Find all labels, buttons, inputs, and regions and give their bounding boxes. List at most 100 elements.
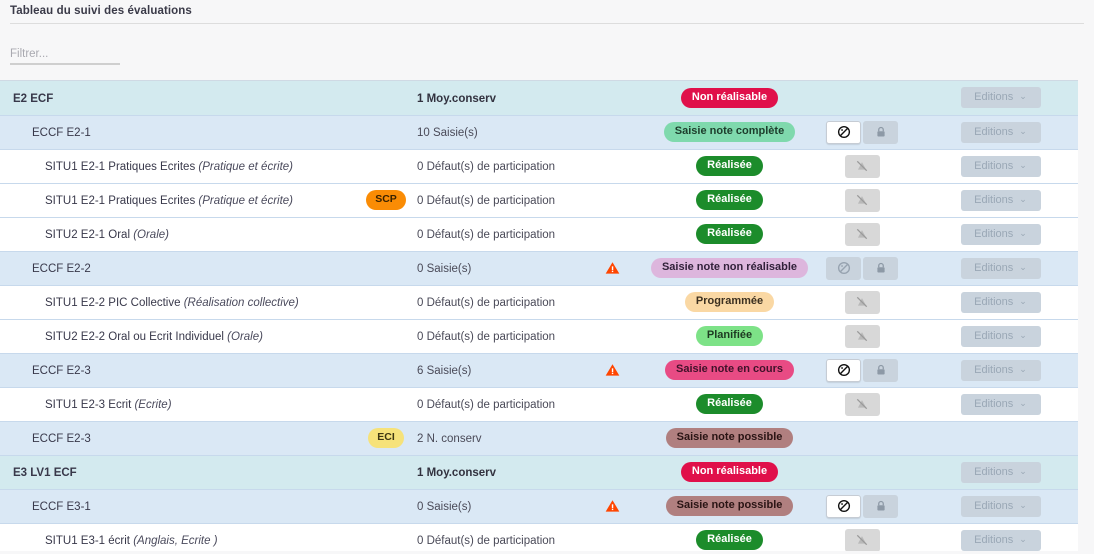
editions-dropdown-button[interactable]: Editions ⌄	[960, 155, 1041, 177]
no-entry-icon	[837, 261, 850, 275]
table-row[interactable]: SITU1 E2-3 Ecrit (Ecrite) 0 Défaut(s) de …	[0, 387, 1078, 422]
row-editions-cell: Editions ⌄	[923, 81, 1078, 116]
row-warning-cell	[582, 183, 642, 218]
chevron-down-icon: ⌄	[1019, 363, 1027, 374]
lock-icon	[876, 262, 885, 273]
editions-dropdown-button[interactable]: Editions ⌄	[960, 359, 1041, 381]
editions-dropdown-button[interactable]: Editions ⌄	[960, 495, 1041, 517]
row-tag-cell	[355, 81, 417, 116]
row-label: ECCF E3-1	[32, 501, 91, 513]
row-label-cell: SITU1 E3-1 écrit (Anglais, Ecrite )	[0, 523, 355, 551]
status-badge: Réalisée	[696, 530, 763, 550]
row-spacer-cell	[907, 353, 923, 388]
editions-dropdown-button[interactable]: Editions ⌄	[960, 291, 1041, 313]
table-row[interactable]: ECCF E2-2 0 Saisie(s) Saisie note non réal…	[0, 251, 1078, 286]
row-label-modality: (Réalisation collective)	[180, 297, 299, 309]
tracking-table-scroll[interactable]: E2 ECF 1 Moy.conserv Non réalisable Edition…	[0, 80, 1078, 551]
row-info-cell: 0 Défaut(s) de participation	[417, 217, 582, 252]
row-actions-cell	[817, 523, 907, 551]
editions-dropdown-button[interactable]: Editions ⌄	[960, 461, 1041, 483]
editions-dropdown-button[interactable]: Editions ⌄	[960, 257, 1041, 279]
crossed-out-icon	[856, 296, 868, 308]
row-warning-cell	[582, 149, 642, 184]
row-spacer-cell	[907, 115, 923, 150]
no-entry-icon	[837, 499, 850, 513]
disable-entry-button[interactable]	[844, 392, 880, 416]
row-label-modality: (Orale)	[130, 229, 169, 241]
row-label-cell: ECCF E2-1	[0, 115, 355, 150]
row-label-cell: ECCF E3-1	[0, 489, 355, 524]
row-editions-cell: Editions ⌄	[923, 251, 1078, 286]
row-info-text: 2 N. conserv	[417, 433, 482, 445]
disable-entry-button[interactable]	[844, 188, 880, 212]
table-row[interactable]: E3 LV1 ECF 1 Moy.conserv Non réalisable Edi…	[0, 455, 1078, 490]
editions-dropdown-button[interactable]: Editions ⌄	[960, 189, 1041, 211]
table-row[interactable]: SITU2 E2-1 Oral (Orale) 0 Défaut(s) de pa…	[0, 217, 1078, 252]
disable-entry-button[interactable]	[844, 290, 880, 314]
lock-button[interactable]	[863, 358, 898, 382]
row-spacer-cell	[907, 251, 923, 286]
lock-button[interactable]	[863, 120, 898, 144]
filter-input[interactable]	[10, 48, 120, 65]
status-badge: Réalisée	[696, 394, 763, 414]
table-row[interactable]: E2 ECF 1 Moy.conserv Non réalisable Edition…	[0, 81, 1078, 116]
row-status-cell: Non réalisable	[642, 81, 817, 116]
no-entry-button[interactable]	[826, 358, 861, 382]
editions-label: Editions	[974, 159, 1014, 172]
crossed-out-icon	[856, 398, 868, 410]
row-tag-cell	[355, 149, 417, 184]
row-label-cell: ECCF E2-3	[0, 353, 355, 388]
row-actions-cell	[817, 455, 907, 490]
row-tag-cell	[355, 285, 417, 320]
lock-button[interactable]	[863, 494, 898, 518]
row-label-cell: SITU1 E2-3 Ecrit (Ecrite)	[0, 387, 355, 422]
table-row[interactable]: SITU2 E2-2 Oral ou Ecrit Individuel (Ora…	[0, 319, 1078, 354]
table-row[interactable]: ECCF E2-3 6 Saisie(s) Saisie note en cours…	[0, 353, 1078, 388]
table-row[interactable]: SITU1 E2-1 Pratiques Ecrites (Pratique e…	[0, 149, 1078, 184]
no-entry-button[interactable]	[826, 494, 861, 518]
chevron-down-icon: ⌄	[1019, 91, 1027, 102]
row-spacer-cell	[907, 319, 923, 354]
disable-entry-button[interactable]	[844, 324, 880, 348]
row-label-modality: (Anglais, Ecrite )	[130, 535, 218, 547]
row-label: ECCF E2-2	[32, 263, 91, 275]
row-info-cell: 0 Défaut(s) de participation	[417, 183, 582, 218]
status-badge: Réalisée	[696, 224, 763, 244]
status-badge: Non réalisable	[680, 87, 779, 108]
chevron-down-icon: ⌄	[1019, 295, 1027, 306]
row-actions-cell	[817, 421, 907, 456]
disable-entry-button[interactable]	[844, 528, 880, 551]
table-row[interactable]: ECCF E2-3 ECI 2 N. conserv Saisie note poss…	[0, 421, 1078, 456]
no-entry-button[interactable]	[826, 256, 861, 280]
editions-dropdown-button[interactable]: Editions ⌄	[960, 87, 1041, 109]
table-row[interactable]: SITU1 E2-1 Pratiques Ecrites (Pratique e…	[0, 183, 1078, 218]
no-entry-button[interactable]	[826, 120, 861, 144]
row-editions-cell: Editions ⌄	[923, 489, 1078, 524]
table-row[interactable]: ECCF E3-1 0 Saisie(s) Saisie note possible…	[0, 489, 1078, 524]
lock-button[interactable]	[863, 256, 898, 280]
row-warning-cell	[582, 81, 642, 116]
row-info-text: 0 Saisie(s)	[417, 263, 472, 275]
row-warning-cell	[582, 217, 642, 252]
editions-dropdown-button[interactable]: Editions ⌄	[960, 529, 1041, 551]
disable-entry-button[interactable]	[844, 154, 880, 178]
row-info-cell: 2 N. conserv	[417, 421, 582, 456]
row-tag-cell: ECI	[355, 421, 417, 456]
editions-dropdown-button[interactable]: Editions ⌄	[960, 393, 1041, 415]
disable-entry-button[interactable]	[844, 222, 880, 246]
editions-dropdown-button[interactable]: Editions ⌄	[960, 121, 1041, 143]
editions-dropdown-button[interactable]: Editions ⌄	[960, 223, 1041, 245]
editions-dropdown-button[interactable]: Editions ⌄	[960, 325, 1041, 347]
editions-label: Editions	[974, 499, 1014, 512]
row-actions-cell	[817, 251, 907, 286]
row-label: SITU1 E2-1 Pratiques Ecrites (Pratique e…	[45, 161, 293, 173]
row-status-cell: Programmée	[642, 285, 817, 320]
table-row[interactable]: SITU1 E3-1 écrit (Anglais, Ecrite ) 0 Déf…	[0, 523, 1078, 551]
editions-label: Editions	[974, 363, 1014, 376]
table-row[interactable]: SITU1 E2-2 PIC Collective (Réalisation c…	[0, 285, 1078, 320]
row-info-cell: 0 Défaut(s) de participation	[417, 149, 582, 184]
table-row[interactable]: ECCF E2-1 10 Saisie(s) Saisie note complèt…	[0, 115, 1078, 150]
status-badge: Non réalisable	[680, 462, 779, 482]
crossed-out-icon	[856, 534, 868, 546]
row-editions-cell: Editions ⌄	[923, 455, 1078, 490]
